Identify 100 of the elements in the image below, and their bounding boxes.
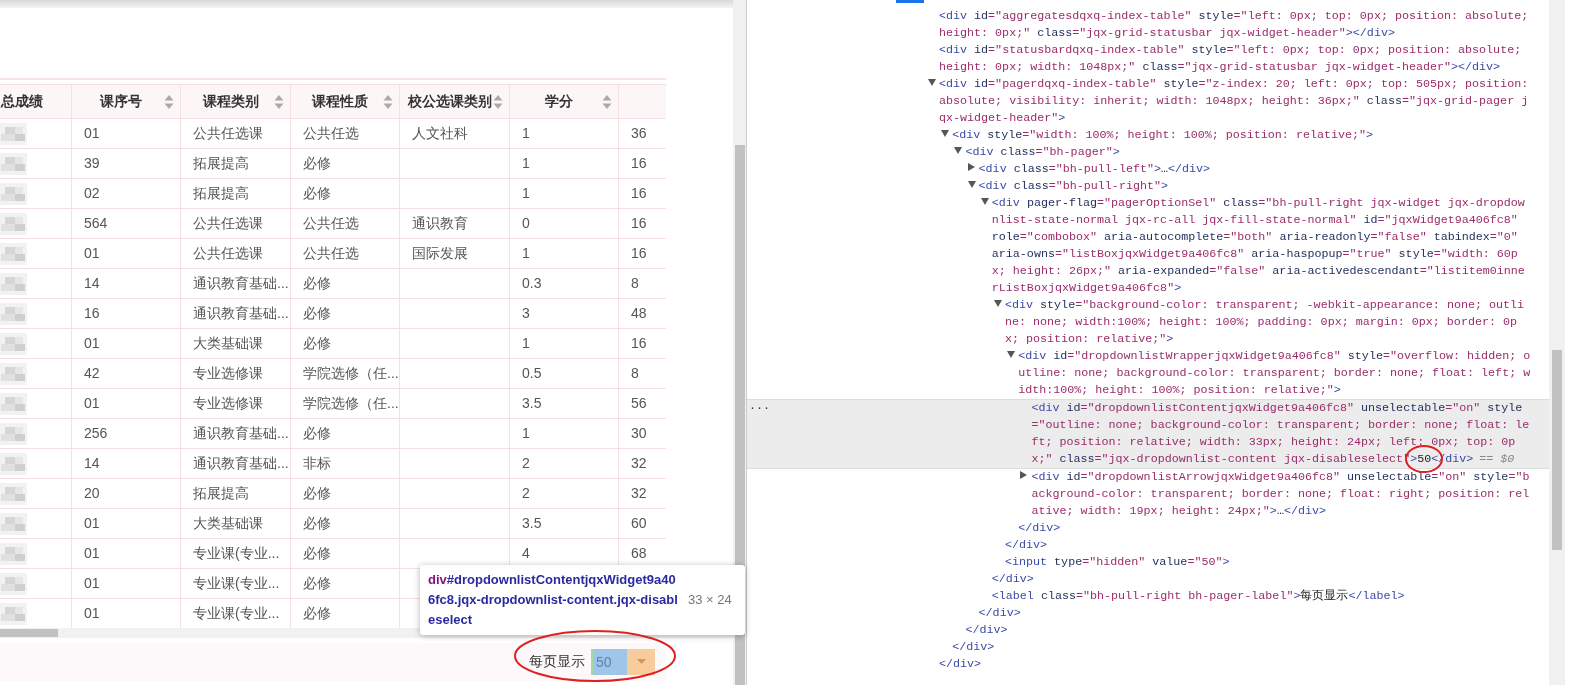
dom-node-line[interactable]: <div class="bh-pull-left">…</div> (747, 161, 1549, 178)
sort-icon[interactable] (493, 93, 503, 110)
table-cell: 必修 (290, 418, 400, 449)
table-cell: 1 (509, 328, 619, 359)
triangle-icon[interactable] (1020, 471, 1028, 479)
table-cell: 通识教育基础... (180, 268, 291, 299)
dom-node-line[interactable]: <div style="width: 100%; height: 100%; position: relative;"> (747, 127, 1549, 144)
table-cell: 人文社科 (399, 118, 510, 149)
table-cell: 0 (509, 208, 619, 239)
dom-node-line[interactable]: <label class="bh-pull-right bh-pager-label">每页显示</label> (747, 588, 1549, 605)
table-cell: 必修 (290, 298, 400, 329)
table-cell: 20 (71, 478, 181, 509)
table-cell: 01 (71, 388, 181, 419)
table-cell: 16 (71, 298, 181, 329)
column-header[interactable]: 总成绩 (0, 84, 72, 119)
triangle-icon[interactable] (941, 130, 950, 137)
active-tab-underline (896, 0, 924, 3)
table-cell: 0.5 (509, 358, 619, 389)
column-header[interactable]: 课序号 (71, 84, 181, 119)
table-cell: 通识教育 (399, 208, 510, 239)
dom-node-line[interactable]: <div class="bh-pager"> (747, 144, 1549, 161)
column-header[interactable]: 学分 (509, 84, 619, 119)
more-options-icon[interactable]: ··· (749, 400, 771, 417)
table-cell: 1 (509, 148, 619, 179)
selector-text: div#dropdownlistContentjqxWidget9a406fc8.jqx-dropdownlist-content.jqx-disableselect (428, 571, 679, 629)
dom-node-line[interactable]: <div class="bh-pull-right"> (747, 178, 1549, 195)
closing-tag-line: </div> (951, 639, 996, 656)
table-cell: 42 (71, 358, 181, 389)
table-cell: 学院选修（任... (290, 388, 400, 419)
caret-icon (636, 659, 646, 664)
table-cell: 39 (71, 148, 181, 179)
table-cell: 01 (71, 538, 181, 569)
element-size: 33 × 24 (688, 591, 732, 610)
dom-node-line[interactable]: <div id="statusbardqxq-index-table" style="left: 0px; top: 0px; position: absolute; height: 0px; width: 1048px;" class="jqx-grid-statusbar jqx-widget-header"></div> (747, 42, 1549, 76)
column-header[interactable]: 校公选课类别 (399, 84, 510, 119)
table-cell: 专业选修课 (180, 388, 291, 419)
table-cell: 01 (71, 328, 181, 359)
dom-node-line[interactable]: <input type="hidden" value="50"> (747, 554, 1549, 571)
table-cell: 通识教育基础... (180, 448, 291, 479)
table-cell: 公共任选课 (180, 118, 291, 149)
scrollbar-thumb[interactable] (0, 629, 58, 637)
table-cell: 256 (71, 418, 181, 449)
table-cell: 0.3 (509, 268, 619, 299)
table-cell: 1 (509, 418, 619, 449)
dom-node-line[interactable]: <div id="dropdownlistWrapperjqxWidget9a406fc8" style="overflow: hidden; outline: none; background-color: transparent; border: none; float: left; width:100%; height: 100%; position: relative;"> (747, 348, 1549, 399)
table-cell: 必修 (290, 508, 400, 539)
column-header[interactable]: 课程性质 (290, 84, 400, 119)
triangle-icon[interactable] (1007, 351, 1016, 358)
sort-icon[interactable] (164, 93, 174, 110)
triangle-icon[interactable] (980, 198, 989, 205)
closing-tag-line: </div> (990, 571, 1035, 588)
triangle-icon[interactable] (994, 300, 1002, 307)
table-cell: 02 (71, 178, 181, 209)
page-size-label: 每页显示 (529, 652, 585, 671)
table-cell: 学院选修（任... (290, 358, 400, 389)
sort-icon[interactable] (274, 93, 284, 110)
table-cell: 非标 (290, 448, 400, 479)
table-cell: 01 (71, 568, 181, 599)
triangle-icon[interactable] (967, 181, 976, 188)
column-header[interactable]: 课程类别 (180, 84, 291, 119)
table-cell: 公共任选课 (180, 208, 291, 239)
table-cell: 01 (71, 118, 181, 149)
table-cell: 必修 (290, 148, 400, 179)
triangle-icon[interactable] (928, 79, 936, 86)
table-cell: 大类基础课 (180, 328, 291, 359)
table-cell: 专业选修课 (180, 358, 291, 389)
dom-node-line[interactable]: <div id="pagerdqxq-index-table" style="z-index: 20; left: 0px; top: 505px; position: absolute; visibility: inherit; width: 1048px; height: 36px;" class="jqx-grid-pager jqx-widget-header"> (747, 76, 1549, 127)
table-cell: 通识教育基础... (180, 298, 291, 329)
dom-node-line[interactable]: <div id="aggregatesdqxq-index-table" style="left: 0px; top: 0px; position: absolute; height: 0px;" class="jqx-grid-statusbar jqx-widget-header"></div> (747, 8, 1549, 42)
table-cell: 大类基础课 (180, 508, 291, 539)
table-cell: 必修 (290, 268, 400, 299)
table-cell: 14 (71, 268, 181, 299)
table-cell: 公共任选 (290, 208, 400, 239)
table-cell: 拓展提高 (180, 478, 291, 509)
sort-icon[interactable] (383, 93, 393, 110)
dom-node-line[interactable]: <div id="dropdownlistArrowjqxWidget9a406fc8" unselectable="on" style="background-color: transparent; border: none; float: right; position: relative; width: 19px; height: 24px;">…</div> (747, 469, 1549, 520)
table-cell: 1 (509, 118, 619, 149)
triangle-icon[interactable] (967, 163, 975, 171)
table-cell: 3 (509, 298, 619, 329)
table-cell: 3.5 (509, 388, 619, 419)
dom-node-line[interactable]: <div pager-flag="pagerOptionSel" class="bh-pull-right jqx-widget jqx-dropdownlist-state-normal jqx-rc-all jqx-fill-state-normal" id="jqxWidget9a406fc8" role="combobox" aria-autocomplete="both" aria-readonly="false" tabindex="0" aria-owns="listBoxjqxWidget9a406fc8" aria-haspopup="true" style="width: 60px; height: 26px;" aria-expanded="false" aria-activedescendant="listitem0innerListBoxjqxWidget9a406fc8"> (747, 195, 1549, 297)
table-cell: 拓展提高 (180, 178, 291, 209)
triangle-icon[interactable] (954, 147, 963, 154)
sort-icon[interactable] (602, 93, 612, 110)
table-cell: 国际发展 (399, 238, 510, 269)
dom-node-line[interactable]: <div style="background-color: transparent; -webkit-appearance: none; outline: none; width:100%; height: 100%; padding: 0px; margin: 0px; border: 0px; position: relative;"> (747, 297, 1549, 348)
table-cell: 1 (509, 238, 619, 269)
table-cell: 公共任选 (290, 118, 400, 149)
table-cell: 专业课(专业... (180, 568, 291, 599)
table-cell: 564 (71, 208, 181, 239)
table-cell: 1 (509, 178, 619, 209)
table-cell: 专业课(专业... (180, 538, 291, 569)
table-cell: 公共任选课 (180, 238, 291, 269)
table-cell: 01 (71, 508, 181, 539)
closing-tag-line: </div> (938, 656, 983, 673)
scrollbar-thumb[interactable] (1552, 350, 1562, 550)
closing-tag-line: </div> (977, 605, 1022, 622)
table-cell: 必修 (290, 178, 400, 209)
vertical-scrollbar[interactable] (733, 0, 747, 685)
vertical-scrollbar[interactable] (1549, 0, 1565, 685)
